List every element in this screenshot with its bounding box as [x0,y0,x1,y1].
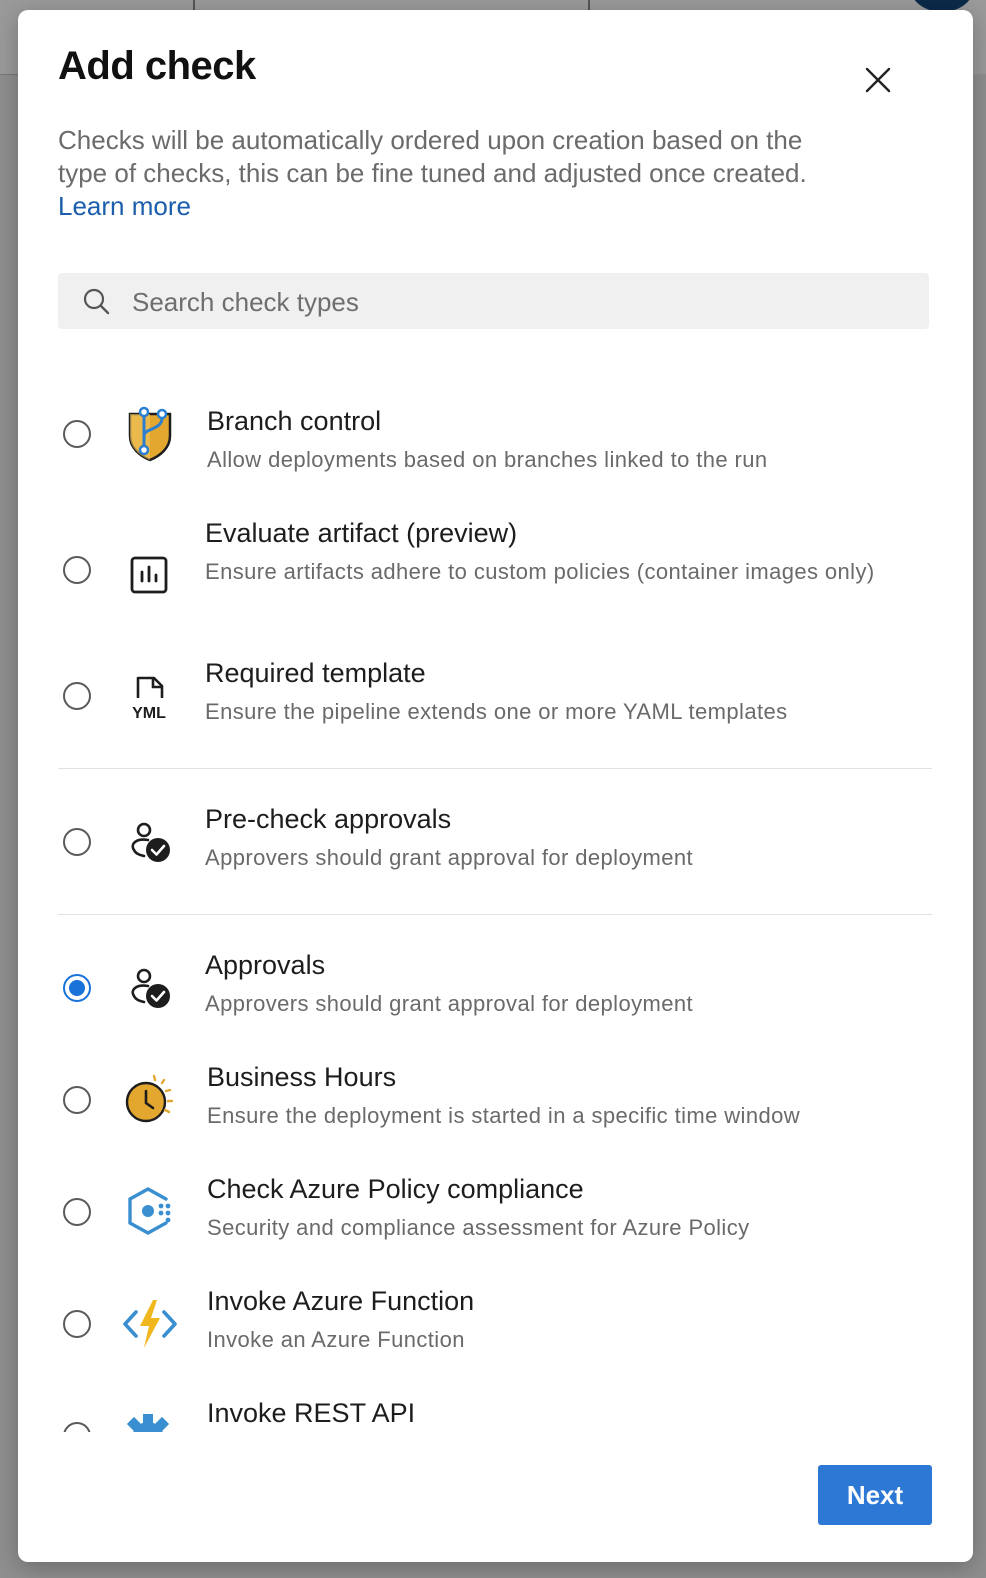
check-item-evaluate-artifact[interactable]: Evaluate artifact (preview) Ensure artif… [18,502,973,632]
dialog-title: Add check [58,44,256,88]
close-button[interactable] [858,60,898,100]
check-description: Invoke an Azure Function [207,1327,465,1352]
radio-azure-policy[interactable] [63,1198,91,1226]
check-description: Ensure the pipeline extends one or more … [205,699,788,724]
learn-more-link[interactable]: Learn more [58,191,191,221]
dialog-description: Checks will be automatically ordered upo… [58,124,838,223]
person-check-icon [131,822,170,862]
next-button[interactable]: Next [818,1465,932,1525]
radio-approvals[interactable] [63,974,91,1002]
check-item-business-hours[interactable]: Business Hours Ensure the deployment is … [18,1046,973,1146]
search-icon [83,288,110,315]
check-description: Approvers should grant approval for depl… [205,991,694,1016]
radio-evaluate-artifact[interactable] [63,556,91,584]
radio-invoke-rest-api[interactable] [63,1422,91,1432]
check-item-branch-control[interactable]: Branch control Allow deployments based o… [18,390,973,490]
check-title: Required template [205,658,426,688]
check-title: Evaluate artifact (preview) [205,518,518,548]
check-item-invoke-azure-function[interactable]: Invoke Azure Function Invoke an Azure Fu… [18,1270,973,1370]
radio-business-hours[interactable] [63,1086,91,1114]
search-box[interactable] [58,273,929,331]
radio-required-template[interactable] [63,682,91,710]
branch-shield-icon [128,406,172,462]
section-divider [58,914,932,915]
check-description: Allow deployments based on branches link… [207,447,768,472]
gear-icon [126,1414,170,1432]
chart-box-icon [130,556,168,594]
radio-pre-check-approvals[interactable] [63,828,91,856]
check-item-required-template[interactable]: YML Required template Ensure the pipelin… [18,642,973,742]
radio-invoke-azure-function[interactable] [63,1310,91,1338]
check-type-list: Branch control Allow deployments based o… [18,390,973,1432]
check-title: Approvals [205,950,326,980]
person-check-icon [131,968,170,1008]
check-item-invoke-rest-api[interactable]: Invoke REST API [18,1382,973,1432]
add-check-dialog: Add check Checks will be automatically o… [18,10,973,1562]
check-title: Pre-check approvals [205,804,452,834]
clock-sun-icon [125,1074,174,1123]
check-title: Invoke REST API [207,1398,416,1428]
radio-branch-control[interactable] [63,420,91,448]
check-description: Ensure artifacts adhere to custom polici… [205,559,875,584]
check-item-pre-check-approvals[interactable]: Pre-check approvals Approvers should gra… [18,788,973,888]
check-description: Security and compliance assessment for A… [207,1215,750,1240]
azure-policy-icon [128,1187,171,1235]
section-divider [58,768,932,769]
close-icon [865,67,891,93]
check-title: Check Azure Policy compliance [207,1174,584,1204]
check-title: Branch control [207,406,382,436]
search-input[interactable] [130,273,914,331]
svg-text:YML: YML [132,705,166,722]
check-title: Business Hours [207,1062,397,1092]
check-title: Invoke Azure Function [207,1286,475,1316]
yml-file-icon: YML [132,676,166,722]
backdrop-line [0,74,18,75]
check-description: Ensure the deployment is started in a sp… [207,1103,801,1128]
description-text: Checks will be automatically ordered upo… [58,125,807,188]
check-item-azure-policy[interactable]: Check Azure Policy compliance Security a… [18,1158,973,1258]
check-description: Approvers should grant approval for depl… [205,845,694,870]
azure-function-icon [123,1300,177,1348]
check-item-approvals[interactable]: Approvals Approvers should grant approva… [18,934,973,1034]
